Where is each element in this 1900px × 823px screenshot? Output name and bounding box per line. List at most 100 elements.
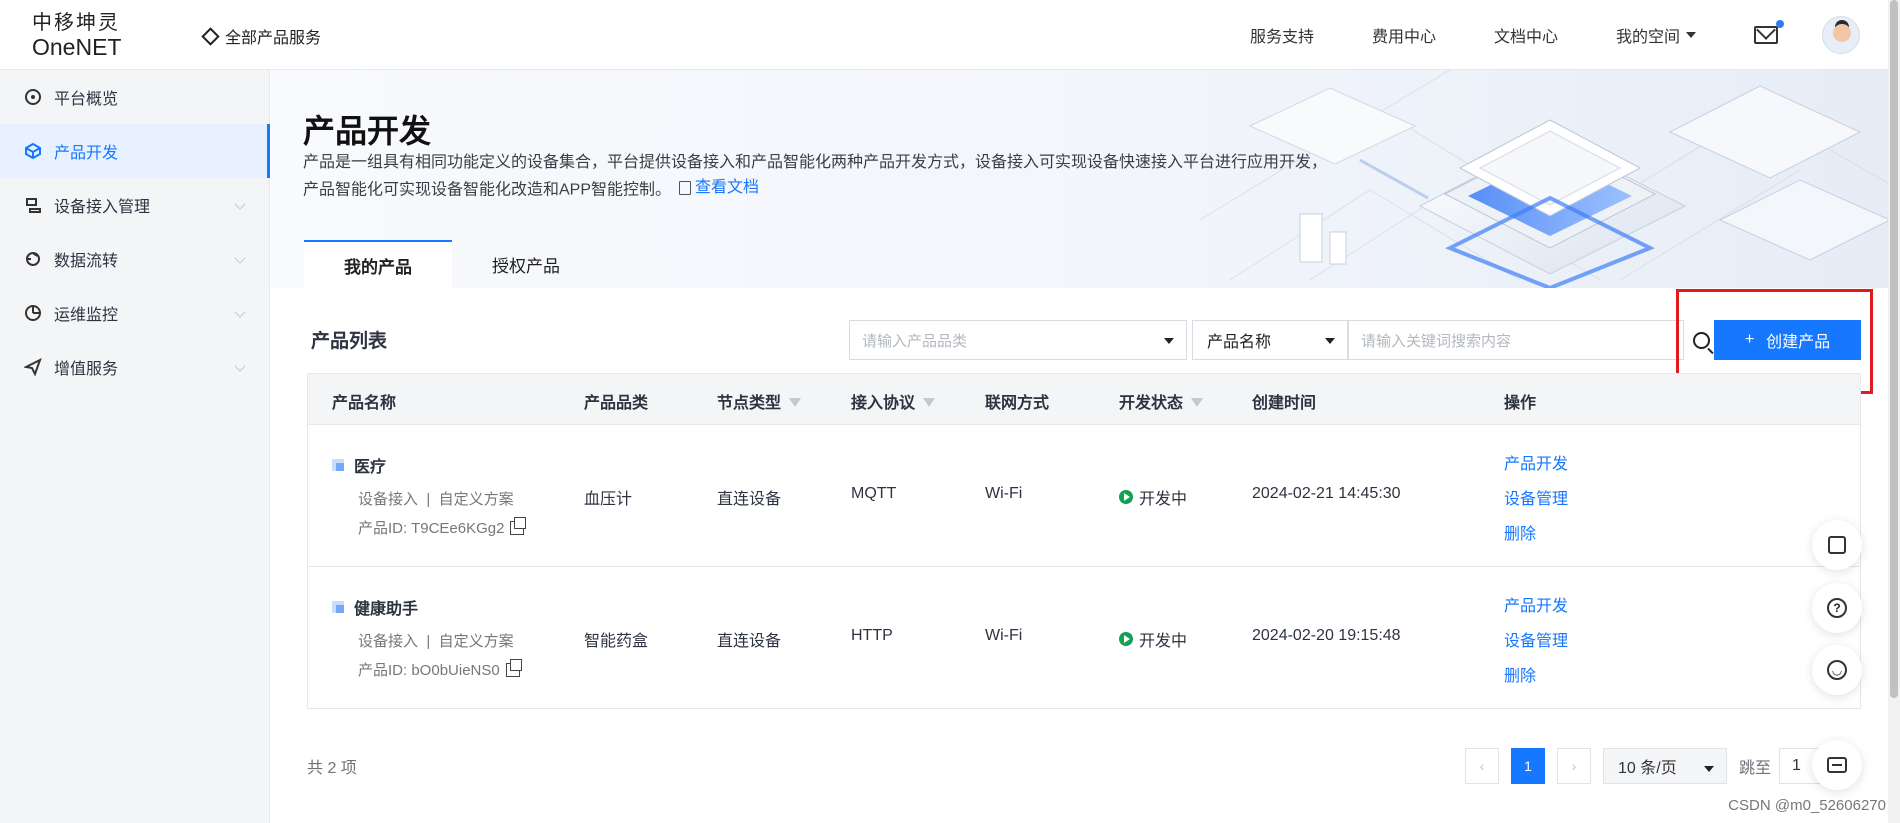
my-space-dropdown[interactable]: 我的空间 bbox=[1616, 23, 1696, 47]
all-products-menu[interactable]: 全部产品服务 bbox=[201, 24, 322, 48]
question-icon: ? bbox=[1827, 598, 1847, 618]
development-status-cell: 开发中 bbox=[1119, 485, 1187, 509]
sidebar-item-label: 产品开发 bbox=[54, 145, 119, 162]
tab-my-products[interactable]: 我的产品 bbox=[304, 240, 452, 288]
logo-chinese-text: 中移坤灵 bbox=[32, 10, 120, 34]
search-field-select[interactable]: 产品名称 bbox=[1192, 320, 1348, 360]
column-product-name: 产品名称 bbox=[332, 395, 397, 412]
jump-to-label: 跳至 bbox=[1739, 760, 1772, 777]
product-category-select[interactable]: 请输入产品品类 bbox=[849, 320, 1187, 360]
delete-link[interactable]: 删除 bbox=[1504, 662, 1536, 686]
access-method: 设备接入 bbox=[358, 491, 419, 508]
message-button[interactable] bbox=[1812, 740, 1862, 790]
product-name-text: 医疗 bbox=[354, 459, 387, 476]
notification-dot bbox=[1776, 20, 1784, 28]
network-method-cell: Wi-Fi bbox=[985, 627, 1023, 644]
chevron-down-icon bbox=[234, 198, 246, 210]
billing-center-link[interactable]: 费用中心 bbox=[1372, 23, 1436, 47]
scrollbar-thumb[interactable] bbox=[1890, 0, 1898, 698]
product-list-title: 产品列表 bbox=[311, 331, 388, 352]
development-status-label: 开发状态 bbox=[1119, 395, 1184, 412]
previous-page-button[interactable]: ‹ bbox=[1465, 748, 1499, 784]
copy-icon[interactable] bbox=[505, 659, 522, 677]
next-page-button[interactable]: › bbox=[1557, 748, 1591, 784]
page-button-1[interactable]: 1 bbox=[1511, 748, 1545, 784]
description-line-1: 产品是一组具有相同功能定义的设备集合，平台提供设备接入和产品智能化两种产品开发方… bbox=[303, 154, 1328, 171]
network-method-cell: Wi-Fi bbox=[985, 485, 1023, 502]
pagination: ‹ 1 › 10 条/页 跳至 1 bbox=[1465, 748, 1850, 784]
tab-authorized-products[interactable]: 授权产品 bbox=[452, 240, 600, 288]
plan-type: 自定义方案 bbox=[438, 633, 514, 650]
product-icon bbox=[332, 459, 344, 471]
description-line-2: 产品智能化可实现设备智能化改造和APP智能控制。 查看文档 bbox=[303, 175, 1363, 203]
device-management-link[interactable]: 设备管理 bbox=[1504, 485, 1568, 509]
filter-icon[interactable] bbox=[1191, 397, 1204, 407]
category-placeholder: 请输入产品品类 bbox=[862, 332, 968, 350]
created-time-cell: 2024-02-21 14:45:30 bbox=[1252, 485, 1401, 502]
help-button[interactable]: ? bbox=[1812, 583, 1862, 633]
vertical-scrollbar[interactable] bbox=[1888, 0, 1900, 823]
product-name[interactable]: 医疗 bbox=[332, 453, 386, 477]
header-navigation: 服务支持 费用中心 文档中心 我的空间 bbox=[1250, 0, 1900, 70]
user-avatar[interactable] bbox=[1822, 16, 1860, 54]
column-network-method: 联网方式 bbox=[985, 395, 1050, 412]
device-management-link[interactable]: 设备管理 bbox=[1504, 627, 1568, 651]
filter-icon[interactable] bbox=[923, 397, 936, 407]
sidebar-item-label: 数据流转 bbox=[54, 253, 119, 270]
sidebar-item-operations-monitoring[interactable]: 运维监控 bbox=[0, 286, 270, 340]
access-protocol-cell: MQTT bbox=[851, 485, 897, 502]
total-count: 共 2 项 bbox=[307, 760, 357, 777]
product-id-value: bO0bUieNS0 bbox=[411, 662, 500, 679]
sidebar-item-product-development[interactable]: 产品开发 bbox=[0, 124, 270, 178]
edit-icon bbox=[1828, 536, 1846, 554]
column-node-type[interactable]: 节点类型 bbox=[717, 389, 802, 413]
sidebar-item-label: 设备接入管理 bbox=[54, 199, 151, 216]
product-id-line: 产品ID: bO0bUieNS0 bbox=[358, 659, 522, 680]
node-type-label: 节点类型 bbox=[717, 395, 782, 412]
product-access-info: 设备接入 | 自定义方案 bbox=[358, 633, 514, 650]
chevron-down-icon bbox=[234, 252, 246, 264]
product-id-line: 产品ID: T9CEe6KGg2 bbox=[358, 517, 527, 538]
node-type-cell: 直连设备 bbox=[717, 491, 782, 508]
documentation-center-link[interactable]: 文档中心 bbox=[1494, 23, 1558, 47]
product-development-link[interactable]: 产品开发 bbox=[1504, 592, 1568, 616]
edit-feedback-button[interactable] bbox=[1812, 520, 1862, 570]
access-method: 设备接入 bbox=[358, 633, 419, 650]
mail-icon[interactable] bbox=[1754, 20, 1784, 44]
sidebar-item-device-access-management[interactable]: 设备接入管理 bbox=[0, 178, 270, 232]
overview-icon bbox=[24, 88, 42, 106]
page-description: 产品是一组具有相同功能定义的设备集合，平台提供设备接入和产品智能化两种产品开发方… bbox=[303, 150, 1363, 203]
status-label: 开发中 bbox=[1139, 633, 1188, 650]
created-time-cell: 2024-02-20 19:15:48 bbox=[1252, 627, 1401, 644]
view-documentation-link[interactable]: 查看文档 bbox=[679, 175, 759, 200]
service-support-link[interactable]: 服务支持 bbox=[1250, 23, 1314, 47]
play-status-icon bbox=[1119, 632, 1133, 646]
send-icon bbox=[24, 358, 42, 376]
product-name[interactable]: 健康助手 bbox=[332, 595, 418, 619]
page-size-select[interactable]: 10 条/页 bbox=[1603, 748, 1727, 784]
delete-link[interactable]: 删除 bbox=[1504, 520, 1536, 544]
table-row: 医疗 设备接入 | 自定义方案 产品ID: T9CEe6KGg2 血压计 直连设… bbox=[308, 424, 1860, 566]
top-header: 中移坤灵 OneNET 全部产品服务 服务支持 费用中心 文档中心 我的空间 bbox=[0, 0, 1900, 70]
all-products-label: 全部产品服务 bbox=[225, 30, 322, 47]
onenet-logo[interactable]: 中移坤灵 OneNET bbox=[32, 10, 128, 60]
play-status-icon bbox=[1119, 490, 1133, 504]
column-access-protocol[interactable]: 接入协议 bbox=[851, 389, 936, 413]
products-diamond-icon bbox=[201, 26, 220, 46]
sidebar-item-platform-overview[interactable]: 平台概览 bbox=[0, 70, 270, 124]
customer-service-button[interactable]: ◡ bbox=[1812, 645, 1862, 695]
page-banner: 产品开发 产品是一组具有相同功能定义的设备集合，平台提供设备接入和产品智能化两种… bbox=[271, 70, 1900, 288]
document-icon bbox=[679, 180, 692, 195]
product-development-link[interactable]: 产品开发 bbox=[1504, 450, 1568, 474]
keyword-search-input[interactable]: 请输入关键词搜索内容 bbox=[1348, 320, 1684, 360]
column-created-time: 创建时间 bbox=[1252, 395, 1317, 412]
logo-english-text: OneNET bbox=[32, 34, 122, 60]
sidebar-item-data-flow[interactable]: 数据流转 bbox=[0, 232, 270, 286]
filter-icon[interactable] bbox=[789, 397, 802, 407]
column-development-status[interactable]: 开发状态 bbox=[1119, 389, 1204, 413]
product-icon bbox=[332, 601, 344, 613]
sidebar-item-value-added-services[interactable]: 增值服务 bbox=[0, 340, 270, 394]
device-icon bbox=[24, 196, 42, 214]
copy-icon[interactable] bbox=[510, 517, 527, 535]
left-sidebar: 平台概览 产品开发 设备接入管理 数据流转 运维监控 增值服务 bbox=[0, 70, 270, 823]
